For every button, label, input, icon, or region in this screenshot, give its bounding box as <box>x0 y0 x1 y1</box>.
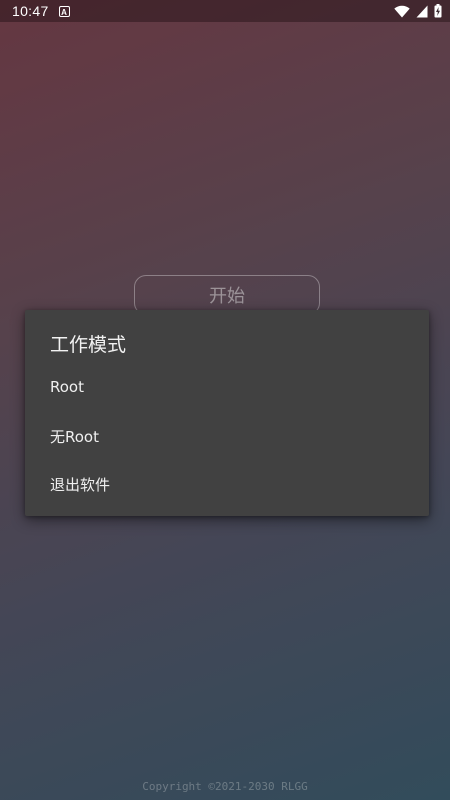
notification-a-icon: A <box>58 5 70 17</box>
status-bar: 10:47 A <box>0 0 450 22</box>
status-time: 10:47 <box>12 3 49 19</box>
wifi-icon <box>394 5 410 17</box>
status-icons <box>394 4 442 18</box>
dialog-item-no-root[interactable]: 无Root <box>25 412 429 460</box>
signal-icon <box>416 5 428 17</box>
dialog-item-root[interactable]: Root <box>25 363 429 411</box>
work-mode-dialog: 工作模式 Root 无Root 退出软件 <box>25 310 429 516</box>
dialog-item-exit-app[interactable]: 退出软件 <box>25 460 429 508</box>
dialog-title: 工作模式 <box>50 334 127 356</box>
battery-charging-icon <box>434 4 442 18</box>
